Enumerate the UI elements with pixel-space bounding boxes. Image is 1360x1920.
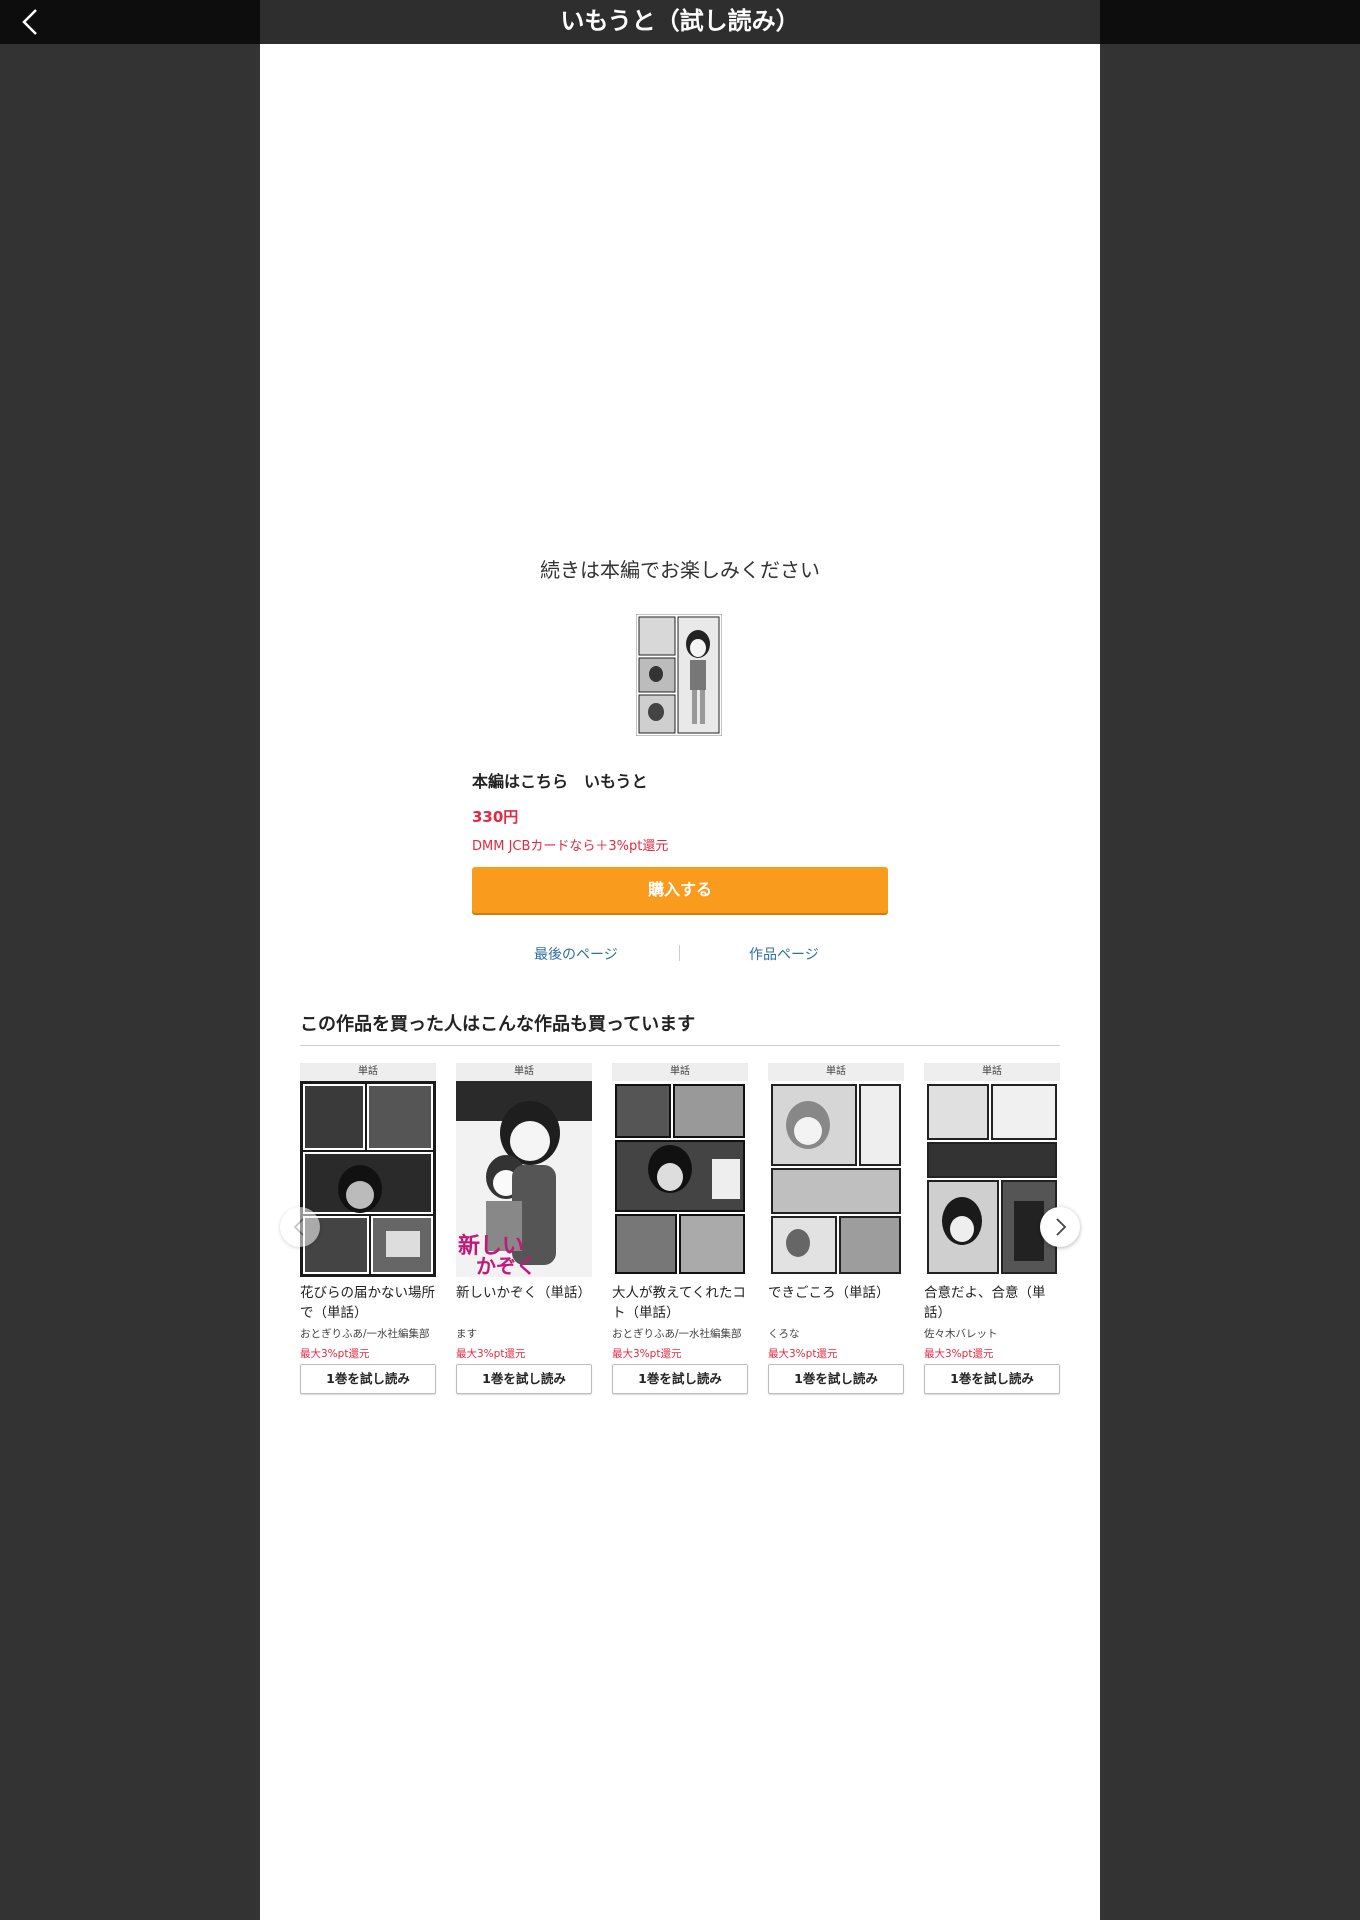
recommendation-card: 単話 できごころ（単話） くろな 最大3%pt還元 1巻を試し読み — [768, 1063, 904, 1394]
card-title[interactable]: 大人が教えてくれたコト（単話） — [612, 1283, 748, 1323]
price: 330円 — [472, 808, 519, 826]
carousel-prev-button[interactable] — [280, 1207, 320, 1247]
last-page-link[interactable]: 最後のページ — [534, 944, 618, 964]
recommendations-heading: この作品を買った人はこんな作品も買っています — [300, 1014, 696, 1035]
card-cover[interactable] — [924, 1081, 1060, 1277]
trial-read-button[interactable]: 1巻を試し読み — [612, 1364, 748, 1394]
chevron-right-icon — [1056, 1218, 1067, 1236]
card-points: 最大3%pt還元 — [768, 1348, 838, 1360]
card-points: 最大3%pt還元 — [456, 1348, 526, 1360]
page-title: いもうと（試し読み） — [560, 7, 800, 35]
card-tag: 単話 — [924, 1063, 1060, 1081]
trial-read-button[interactable]: 1巻を試し読み — [924, 1364, 1060, 1394]
chevron-left-icon — [293, 1218, 304, 1236]
card-tag: 単話 — [768, 1063, 904, 1081]
viewer-page: 続きは本編でお楽しみください 本編はこちら いもうと 330円 DMM JCBカ… — [260, 44, 1100, 1920]
card-cover[interactable] — [768, 1081, 904, 1277]
card-tag: 単話 — [300, 1063, 436, 1081]
card-author[interactable]: おとぎりふあ/一水社編集部 — [612, 1326, 748, 1342]
card-title[interactable]: できごころ（単話） — [768, 1283, 904, 1323]
main-cover-thumbnail[interactable] — [636, 614, 722, 736]
main-work-title[interactable]: 本編はこちら いもうと — [472, 768, 648, 792]
card-points: 最大3%pt還元 — [924, 1348, 994, 1360]
trial-read-button[interactable]: 1巻を試し読み — [456, 1364, 592, 1394]
jcb-point-note: DMM JCBカードなら＋3%pt還元 — [472, 839, 669, 854]
card-tag: 単話 — [612, 1063, 748, 1081]
card-author[interactable]: ます — [456, 1326, 592, 1342]
trial-read-button[interactable]: 1巻を試し読み — [300, 1364, 436, 1394]
card-title[interactable]: 新しいかぞく（単話） — [456, 1283, 592, 1323]
work-page-link[interactable]: 作品ページ — [749, 944, 819, 964]
card-points: 最大3%pt還元 — [300, 1348, 370, 1360]
chevron-left-icon — [22, 9, 37, 35]
card-author[interactable]: おとぎりふあ/一水社編集部 — [300, 1326, 436, 1342]
card-cover[interactable] — [612, 1081, 748, 1277]
card-cover[interactable]: 新しい かぞく — [456, 1081, 592, 1277]
recommendation-card: 単話 花びらの届かない場所で（単話） おとぎりふあ/一水社編集部 最大3%pt還… — [300, 1063, 436, 1394]
buy-button[interactable]: 購入する — [472, 867, 888, 913]
card-tag: 単話 — [456, 1063, 592, 1081]
card-title[interactable]: 花びらの届かない場所で（単話） — [300, 1283, 436, 1323]
card-author[interactable]: くろな — [768, 1326, 904, 1342]
back-button[interactable] — [10, 2, 50, 42]
card-points: 最大3%pt還元 — [612, 1348, 682, 1360]
card-title[interactable]: 合意だよ、合意（単話） — [924, 1283, 1060, 1323]
continue-message: 続きは本編でお楽しみください — [540, 558, 820, 582]
svg-text:かぞく: かぞく — [476, 1254, 536, 1277]
recommendation-card: 単話 新しい かぞく 新しいかぞく（単話） ます 最大3%pt還元 1巻を試し読… — [456, 1063, 592, 1394]
recommendation-card: 単話 大人が教えてくれたコト（単話） おとぎりふあ/一水社編集部 最大3%pt還… — [612, 1063, 748, 1394]
link-divider — [679, 945, 680, 961]
trial-read-button[interactable]: 1巻を試し読み — [768, 1364, 904, 1394]
card-author[interactable]: 佐々木バレット — [924, 1326, 1060, 1342]
card-cover[interactable] — [300, 1081, 436, 1277]
carousel-next-button[interactable] — [1040, 1207, 1080, 1247]
divider — [300, 1045, 1060, 1046]
